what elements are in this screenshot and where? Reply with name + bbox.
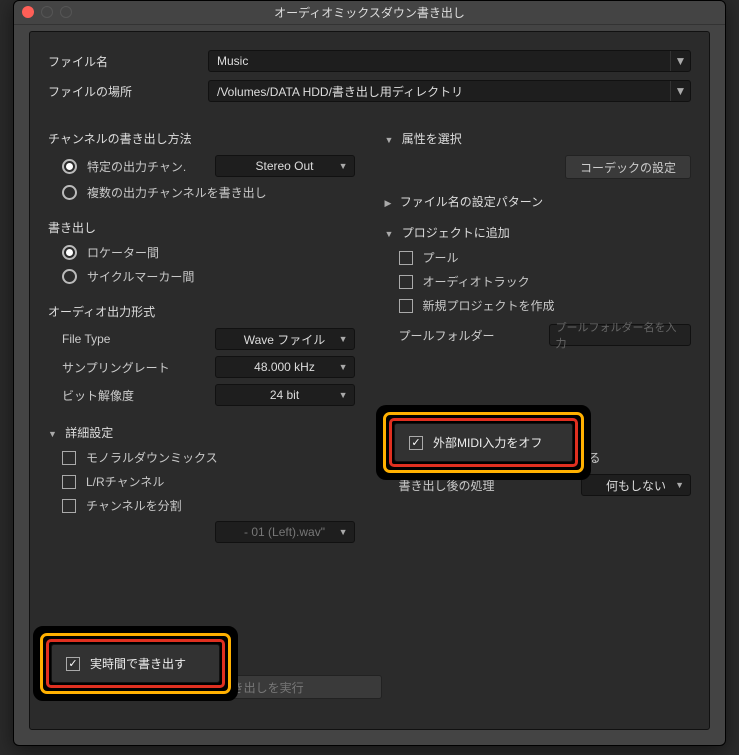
output-channel-select[interactable]: Stereo Out ▼	[215, 155, 355, 177]
split-filename-select[interactable]: - 01 (Left).wav" ▼	[215, 521, 355, 543]
filename-input[interactable]: Music ▼	[208, 50, 691, 72]
add-to-project-heading[interactable]: プロジェクトに追加	[385, 224, 692, 241]
specific-channel-label: 特定の出力チャン.	[87, 158, 186, 175]
channel-method-heading: チャンネルの書き出し方法	[48, 130, 355, 147]
chevron-down-icon[interactable]: ▼	[670, 51, 690, 71]
titlebar: オーディオミックスダウン書き出し	[14, 1, 725, 25]
realtime-label: 実時間で書き出す	[90, 655, 186, 672]
chevron-down-icon: ▼	[339, 334, 348, 344]
highlight-realtime: 実時間で書き出す	[33, 626, 238, 701]
chevron-down-icon: ▼	[339, 161, 348, 171]
pool-checkbox[interactable]	[399, 251, 413, 265]
cycle-marker-radio[interactable]	[62, 269, 77, 284]
close-icon[interactable]	[22, 6, 34, 18]
cycle-marker-label: サイクルマーカー間	[87, 268, 194, 285]
filename-label: ファイル名	[48, 53, 208, 70]
bit-depth-select[interactable]: 24 bit ▼	[215, 384, 355, 406]
chevron-down-icon: ▼	[339, 362, 348, 372]
locator-label: ロケーター間	[87, 244, 159, 261]
audio-format-heading: オーディオ出力形式	[48, 303, 355, 320]
chevron-down-icon: ▼	[675, 480, 684, 490]
path-input[interactable]: /Volumes/DATA HDD/書き出し用ディレクトリ ▼	[208, 80, 691, 102]
new-project-label: 新規プロジェクトを作成	[423, 297, 555, 314]
specific-channel-radio[interactable]	[62, 159, 77, 174]
sample-rate-label: サンプリングレート	[62, 359, 212, 376]
attributes-heading[interactable]: 属性を選択	[385, 130, 692, 147]
bit-depth-label: ビット解像度	[62, 387, 212, 404]
highlight-ext-midi: 外部MIDI入力をオフ	[376, 405, 591, 480]
filename-pattern-heading[interactable]: ファイル名の設定パターン	[385, 193, 692, 210]
zoom-icon	[60, 6, 72, 18]
locator-radio[interactable]	[62, 245, 77, 260]
ext-midi-off-label: 外部MIDI入力をオフ	[433, 434, 542, 451]
path-label: ファイルの場所	[48, 83, 208, 100]
mono-downmix-checkbox[interactable]	[62, 451, 76, 465]
post-process-select[interactable]: 何もしない ▼	[581, 474, 691, 496]
pool-folder-input[interactable]: プールフォルダー名を入力	[549, 324, 692, 346]
sample-rate-select[interactable]: 48.000 kHz ▼	[215, 356, 355, 378]
ext-midi-off-checkbox[interactable]	[409, 436, 423, 450]
pool-folder-label: プールフォルダー	[399, 327, 549, 344]
pool-label: プール	[423, 249, 459, 266]
file-type-select[interactable]: Wave ファイル ▼	[215, 328, 355, 350]
export-heading: 書き出し	[48, 219, 355, 236]
audio-track-checkbox[interactable]	[399, 275, 413, 289]
chevron-down-icon[interactable]: ▼	[670, 81, 690, 101]
split-channel-checkbox[interactable]	[62, 499, 76, 513]
file-type-label: File Type	[62, 332, 212, 346]
chevron-down-icon: ▼	[339, 527, 348, 537]
codec-settings-button[interactable]: コーデックの設定	[565, 155, 691, 179]
split-channel-label: チャンネルを分割	[86, 497, 182, 514]
lr-channel-checkbox[interactable]	[62, 475, 76, 489]
audio-track-label: オーディオトラック	[423, 273, 530, 290]
realtime-checkbox[interactable]	[66, 657, 80, 671]
multi-channel-label: 複数の出力チャンネルを書き出し	[87, 184, 267, 201]
new-project-checkbox[interactable]	[399, 299, 413, 313]
lr-channel-label: L/Rチャンネル	[86, 473, 164, 490]
minimize-icon	[41, 6, 53, 18]
advanced-heading[interactable]: 詳細設定	[48, 424, 355, 441]
mono-downmix-label: モノラルダウンミックス	[86, 449, 218, 466]
multi-channel-radio[interactable]	[62, 185, 77, 200]
chevron-down-icon: ▼	[339, 390, 348, 400]
window-title: オーディオミックスダウン書き出し	[14, 4, 725, 21]
